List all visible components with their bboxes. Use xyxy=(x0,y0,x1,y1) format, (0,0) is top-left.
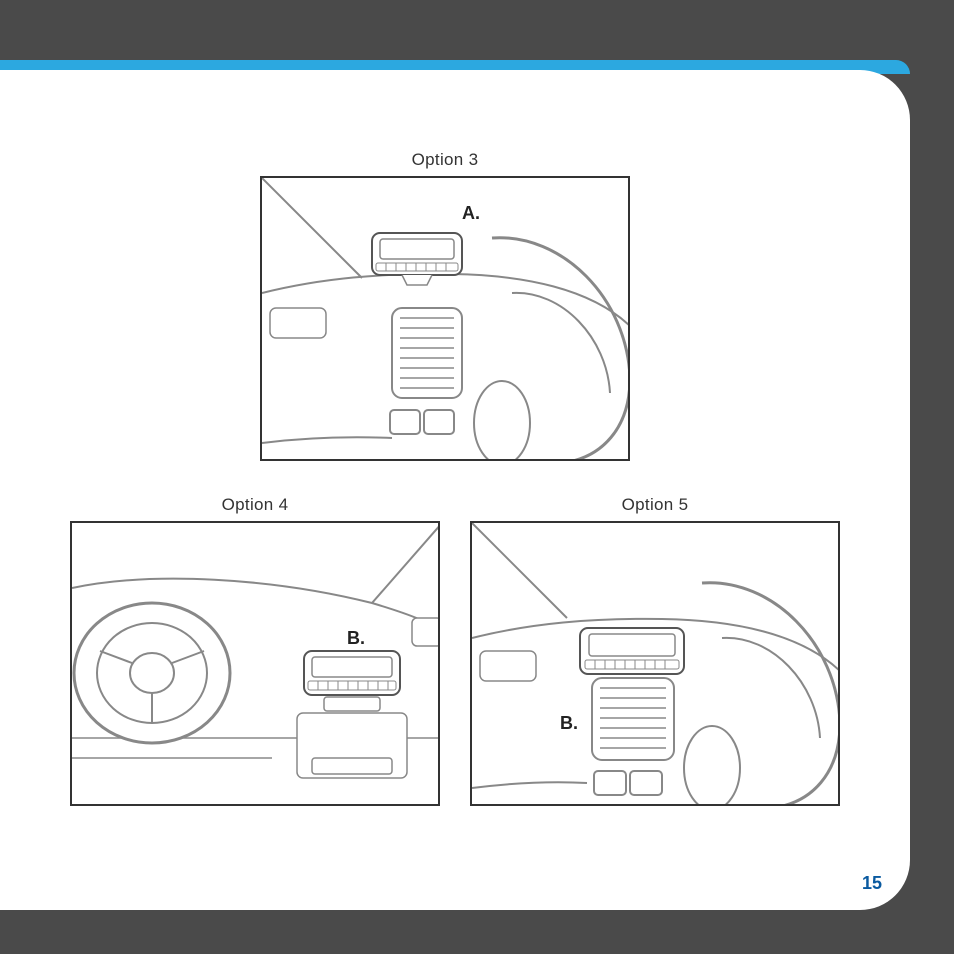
figure-option-3: Option 3 A. xyxy=(260,150,630,461)
callout-label-b: B. xyxy=(560,713,578,734)
figure-box: A. xyxy=(260,176,630,461)
dashboard-illustration-left-wheel-icon xyxy=(72,523,440,806)
figure-title: Option 4 xyxy=(70,495,440,515)
page-card: Option 3 A. xyxy=(0,70,910,910)
figure-box: B. xyxy=(70,521,440,806)
dashboard-illustration-right-wheel-icon xyxy=(262,178,630,461)
figure-box: B. xyxy=(470,521,840,806)
page-number: 15 xyxy=(862,873,882,894)
callout-label-b: B. xyxy=(347,628,365,649)
dashboard-illustration-center-vent-icon xyxy=(472,523,840,806)
callout-label-a: A. xyxy=(462,203,480,224)
content-area: Option 3 A. xyxy=(0,70,910,910)
figure-option-5: Option 5 B. xyxy=(470,495,840,806)
figure-option-4: Option 4 B. xyxy=(70,495,440,806)
figure-title: Option 3 xyxy=(260,150,630,170)
figure-title: Option 5 xyxy=(470,495,840,515)
